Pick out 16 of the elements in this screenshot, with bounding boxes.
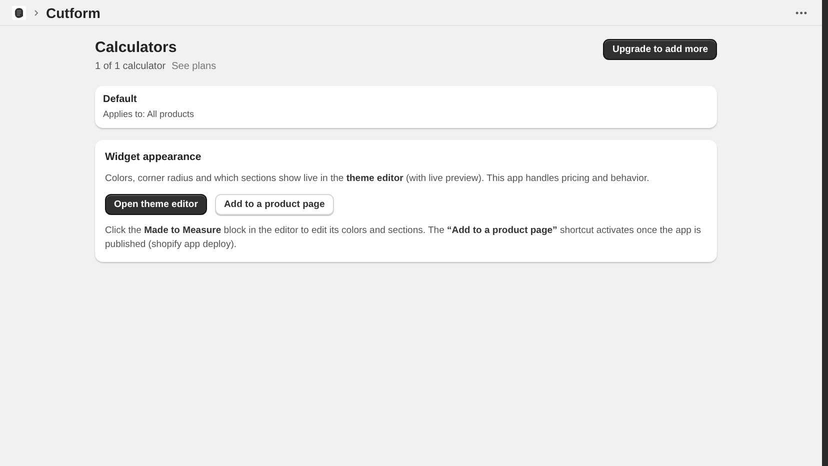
chevron-icon <box>32 8 40 16</box>
description-text: Colors, corner radius and which sections show live in the theme editor (with live preview). This app handles pricing and behavior. <box>105 172 650 186</box>
add-to-page-button[interactable]: Add to a product page <box>214 194 334 215</box>
note-text: Click the Made to Measure block in the editor to edit its colors and sections. The “Add to a product page” shortcut activates once the app is published (shopify app deploy). <box>105 224 702 252</box>
open-editor-button[interactable]: Open theme editor <box>105 194 207 215</box>
upgrade-button[interactable]: Upgrade to add more <box>603 39 717 60</box>
applies-to-text: Applies to: All products <box>103 109 196 119</box>
calculator-count: 1 of 1 calculator <box>95 61 166 72</box>
more-menu-button[interactable]: ••• <box>794 6 810 20</box>
app-name: Cutform <box>46 4 100 20</box>
card-title: Widget appearance <box>105 151 202 163</box>
see-plans-link[interactable]: See plans <box>172 61 216 72</box>
calculator-name: Default <box>103 94 138 105</box>
page-title: Calculators <box>95 39 178 56</box>
app-logo-icon <box>12 6 26 20</box>
calculator-card[interactable]: Default Applies to: All products <box>95 86 717 128</box>
